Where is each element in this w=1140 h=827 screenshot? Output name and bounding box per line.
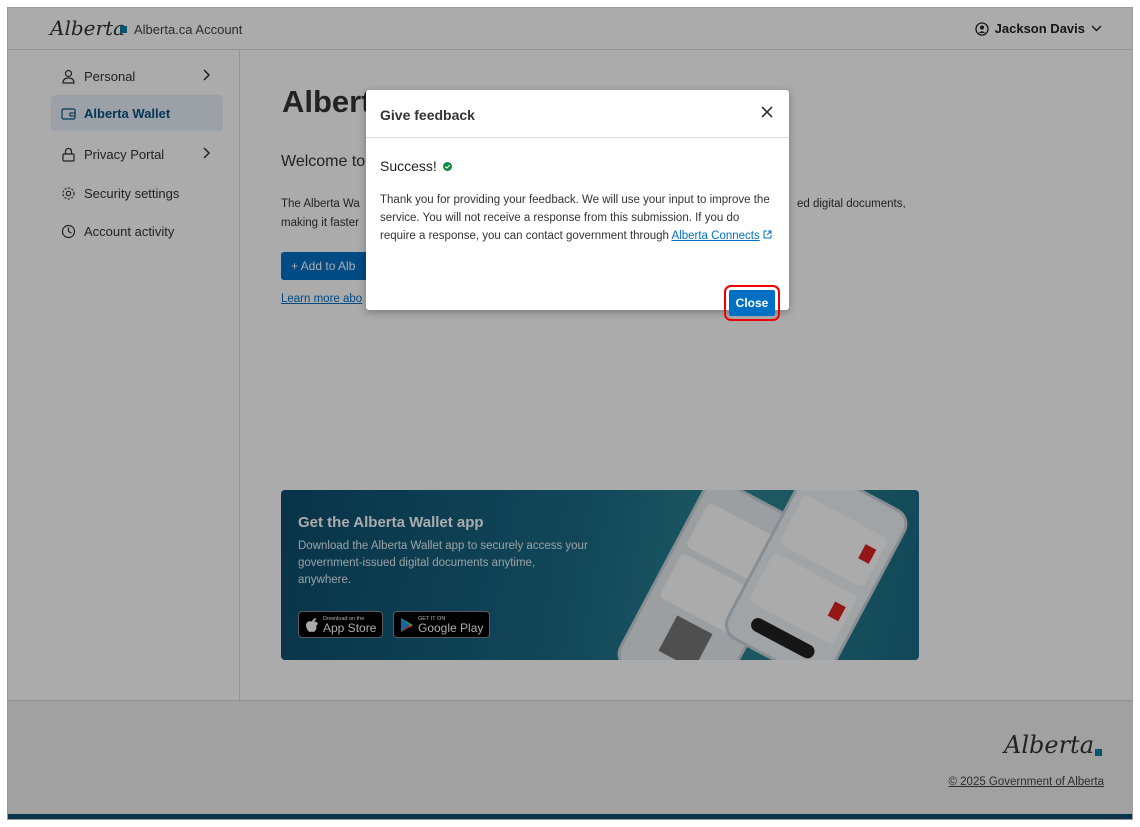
check-circle-icon: [442, 161, 452, 171]
close-icon[interactable]: [759, 104, 775, 120]
success-text: Success!: [380, 158, 437, 174]
external-link-icon: [763, 230, 772, 239]
feedback-dialog: Give feedback Success! Thank you for pro…: [366, 90, 789, 321]
dialog-body: Thank you for providing your feedback. W…: [380, 191, 775, 245]
close-button[interactable]: Close: [724, 285, 780, 321]
success-message: Success!: [380, 158, 452, 174]
browser-frame: Alberta Alberta.ca Account Jackson Davis…: [7, 7, 1133, 820]
alberta-connects-link[interactable]: Alberta Connects: [672, 230, 760, 242]
dialog-header: Give feedback: [366, 90, 789, 138]
dialog-title: Give feedback: [380, 107, 475, 123]
